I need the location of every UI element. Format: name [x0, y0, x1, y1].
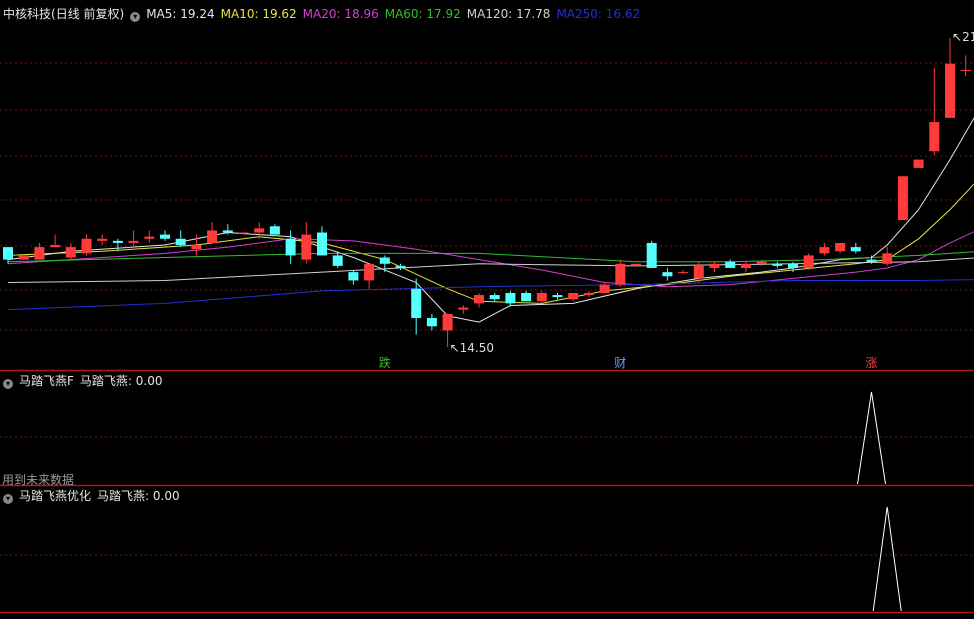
candle-up — [81, 238, 92, 254]
ma-line-ma10 — [7, 183, 974, 304]
panel2-name: 马踏飞燕优化 — [19, 489, 92, 503]
candle-down — [3, 247, 13, 260]
candle-down — [489, 295, 500, 300]
candle-down — [521, 292, 532, 302]
candle-up — [615, 263, 626, 285]
high-arrow-icon: ↖ — [952, 29, 963, 44]
ma-line-ma20 — [7, 231, 974, 288]
candle-down — [285, 238, 296, 256]
candle-down — [395, 265, 406, 268]
candle-down — [646, 242, 657, 268]
candle-up — [631, 263, 641, 266]
candle-down — [788, 263, 798, 268]
candle-down — [426, 317, 437, 327]
candle-down — [112, 240, 123, 243]
candle-down — [379, 257, 390, 264]
candle-up — [678, 272, 689, 274]
candle-up — [442, 313, 453, 331]
panel2-settings-icon[interactable]: ▾ — [3, 494, 13, 504]
candle-up — [599, 284, 610, 293]
candle-up — [97, 238, 108, 241]
marker-rise: 涨 — [865, 356, 878, 370]
panel1-signal-spike — [857, 391, 886, 485]
ma-legend-item: MA10: 19.62 — [220, 7, 297, 21]
main-header: 中核科技(日线 前复权) ▾ MA5: 19.24 MA10: 19.62 MA20: … — [3, 6, 652, 22]
candle-down — [411, 288, 422, 318]
candle-up — [835, 242, 846, 252]
candle-up — [144, 236, 155, 239]
candle-up — [50, 245, 61, 248]
candle-down — [160, 234, 170, 239]
period-label: (日线 前复权) — [51, 7, 125, 21]
candle-up — [254, 228, 265, 233]
candle-down — [725, 261, 736, 268]
candle-up — [913, 159, 924, 168]
candle-up — [238, 232, 249, 234]
candle-up — [18, 255, 29, 260]
candle-up — [929, 122, 940, 152]
marker-finance: 财 — [614, 356, 627, 370]
candle-up — [709, 263, 720, 268]
chart-canvas[interactable] — [0, 0, 974, 619]
candle-up — [364, 263, 375, 281]
candle-up — [301, 234, 312, 260]
candle-up — [945, 63, 955, 118]
candle-up — [191, 245, 202, 250]
candle-down — [175, 238, 186, 246]
low-arrow-icon: ↖ — [449, 341, 460, 356]
ma-legend-item: MA120: 17.78 — [466, 7, 551, 21]
candle-down — [348, 272, 359, 281]
candle-down — [222, 230, 233, 233]
ma-legend: MA5: 19.24 MA10: 19.62 MA20: 18.96 MA60: 17… — [146, 7, 646, 21]
ma-settings-icon[interactable]: ▾ — [130, 12, 141, 22]
candle-up — [458, 307, 469, 310]
candle-up — [34, 247, 45, 260]
candle-down — [317, 232, 327, 256]
panel1-name: 马踏飞燕F — [19, 374, 74, 388]
ma-legend-item: MA250: 16.62 — [556, 7, 641, 21]
candle-up — [128, 240, 139, 243]
candle-up — [960, 69, 971, 71]
ma-legend-item: MA5: 19.24 — [146, 7, 215, 21]
candle-down — [552, 295, 563, 298]
candle-down — [505, 292, 516, 304]
candle-up — [819, 247, 830, 254]
candle-up — [756, 261, 767, 264]
candle-up — [568, 292, 579, 300]
candle-down — [850, 247, 861, 252]
candle-up — [803, 255, 814, 268]
panel1-note: 用到未来数据 — [2, 473, 75, 487]
candle-down — [269, 226, 280, 235]
candle-up — [536, 292, 547, 302]
candle-down — [662, 272, 673, 277]
candle-up — [583, 292, 594, 296]
panel1-settings-icon[interactable]: ▾ — [3, 379, 13, 389]
marker-fall: 跌 — [378, 356, 391, 370]
panel1-header: ▾ 马踏飞燕F 马踏飞燕: 0.00 — [3, 373, 168, 389]
low-price-value: 14.50 — [459, 341, 495, 356]
panel1-value: 马踏飞燕: 0.00 — [79, 374, 163, 388]
ma-line-ma250 — [7, 279, 974, 311]
candle-down — [772, 263, 783, 266]
candle-up — [474, 295, 484, 304]
panel2-signal-spike — [872, 506, 902, 612]
candle-up — [740, 263, 751, 268]
candle-up — [882, 253, 893, 264]
ma-legend-item: MA60: 17.92 — [384, 7, 461, 21]
stock-name: 中核科技 — [3, 7, 52, 21]
candle-up — [897, 176, 908, 221]
candle-down — [332, 255, 343, 266]
panel2-value: 马踏飞燕: 0.00 — [97, 489, 180, 503]
candle-up — [693, 265, 704, 279]
candle-down — [866, 259, 877, 262]
candle-up — [207, 230, 218, 243]
ma-legend-item: MA20: 18.96 — [302, 7, 379, 21]
candle-up — [65, 247, 76, 258]
panel2-header: ▾ 马踏飞燕优化 马踏飞燕: 0.00 — [3, 488, 186, 504]
high-price-value: 21.92 — [962, 29, 974, 44]
high-price-label: ↖21.92 — [952, 30, 974, 44]
low-price-label: ↖14.50 — [450, 341, 494, 355]
